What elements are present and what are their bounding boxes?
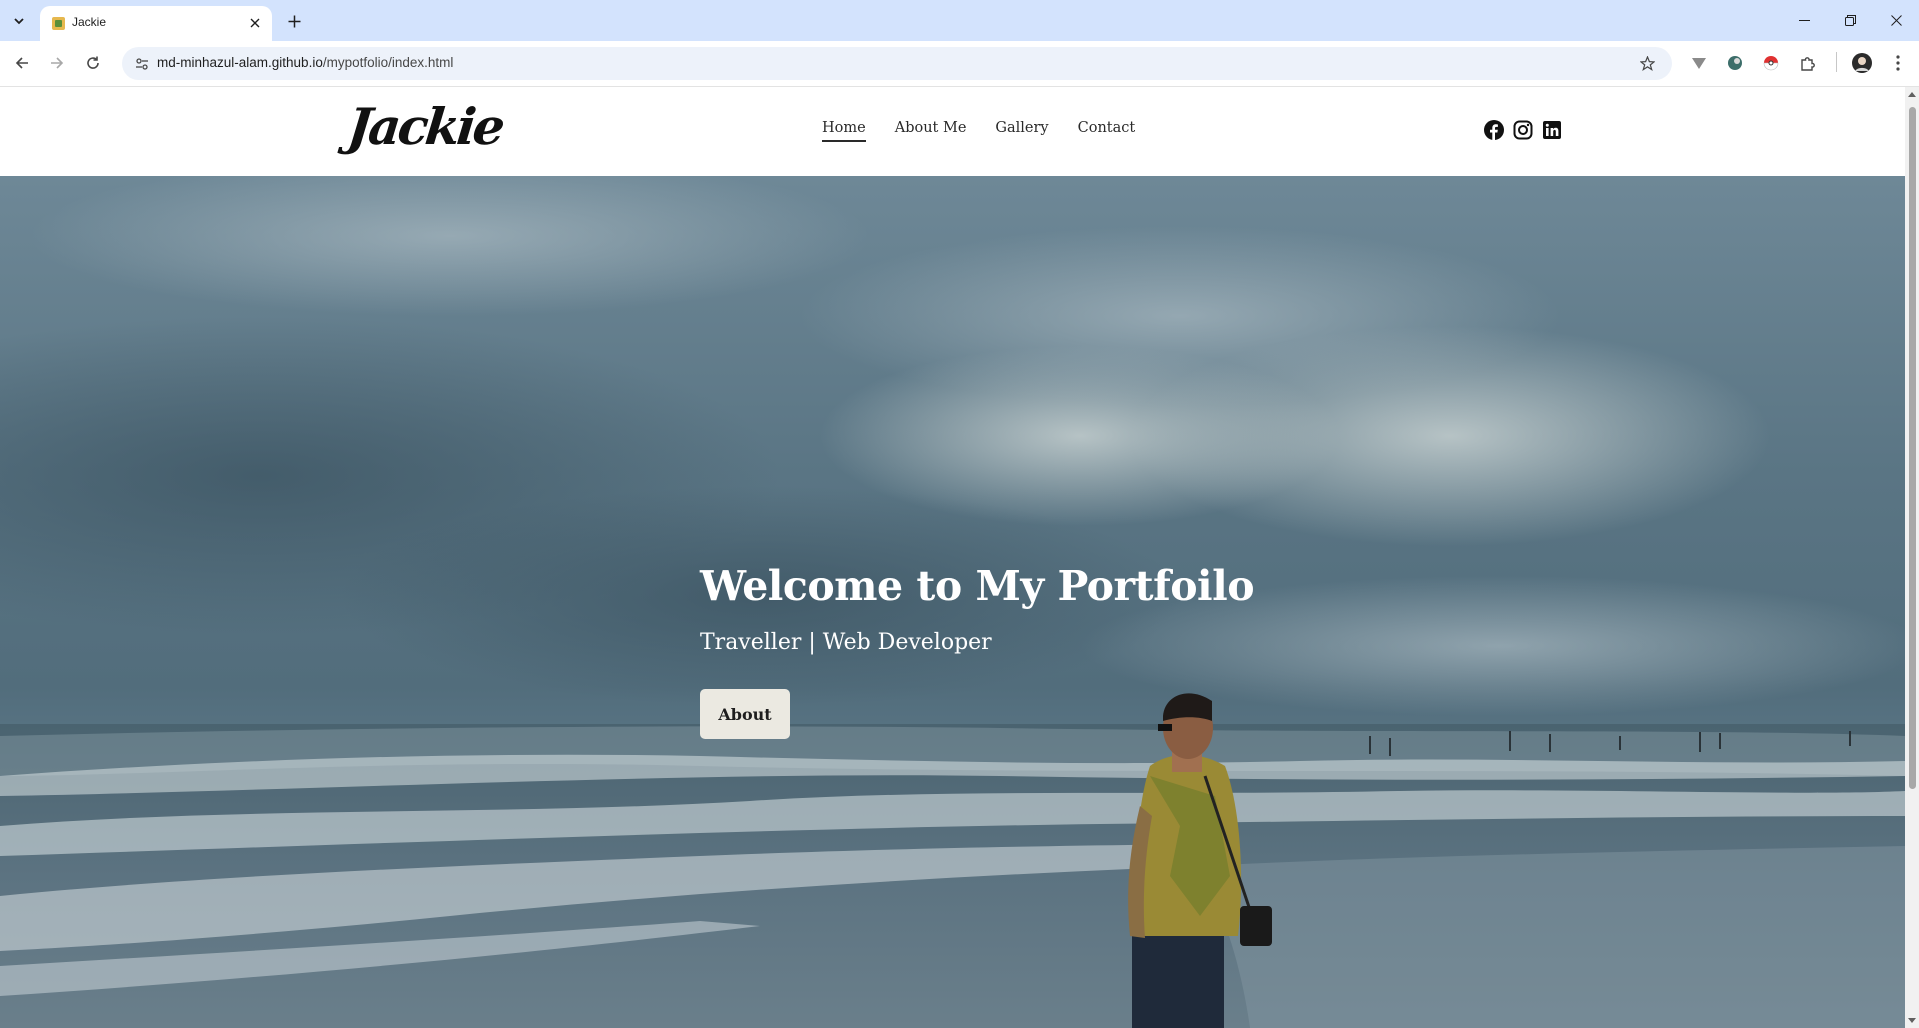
- linkedin-icon[interactable]: [1542, 120, 1562, 140]
- forward-button[interactable]: [43, 49, 71, 77]
- restore-button[interactable]: [1827, 0, 1873, 41]
- avatar-icon: [1852, 53, 1872, 73]
- back-button[interactable]: [8, 49, 36, 77]
- nav-home-link[interactable]: Home: [822, 120, 866, 142]
- social-links: [1484, 120, 1562, 140]
- extension-vpn-button[interactable]: [1689, 53, 1709, 73]
- tab-title: Jackie: [72, 15, 107, 29]
- minimize-icon: [1798, 20, 1810, 21]
- profile-avatar[interactable]: [1851, 52, 1873, 74]
- tune-icon: [135, 57, 148, 70]
- scroll-down-arrow-icon[interactable]: [1908, 1018, 1916, 1023]
- site-favicon-icon: [52, 17, 65, 30]
- url-path: /mypotfolio/index.html: [322, 55, 454, 70]
- arrow-right-icon: [51, 57, 64, 69]
- pokeball-icon: [1763, 56, 1779, 71]
- browser-tab[interactable]: Jackie: [40, 6, 272, 41]
- close-icon: [1890, 15, 1902, 26]
- tab-search-button[interactable]: [6, 8, 32, 34]
- url-text: md-minhazul-alam.github.io/mypotfolio/in…: [157, 55, 453, 70]
- minimize-button[interactable]: [1781, 0, 1827, 41]
- nav-contact-link[interactable]: Contact: [1078, 120, 1136, 142]
- menu-button[interactable]: [1888, 53, 1908, 73]
- more-vertical-icon: [1896, 55, 1900, 71]
- plus-icon: [288, 15, 300, 27]
- tab-strip: Jackie: [0, 0, 1919, 41]
- extension-globe-button[interactable]: [1725, 53, 1745, 73]
- address-bar[interactable]: md-minhazul-alam.github.io/mypotfolio/in…: [122, 47, 1672, 80]
- bookmark-button[interactable]: [1636, 52, 1658, 74]
- page-viewport: Jackie Home About Me Gallery Contact Wel…: [0, 87, 1905, 1028]
- browser-toolbar: md-minhazul-alam.github.io/mypotfolio/in…: [0, 41, 1919, 87]
- extension-pokeball-button[interactable]: [1761, 53, 1781, 73]
- scrollbar-thumb[interactable]: [1909, 107, 1916, 789]
- instagram-icon[interactable]: [1513, 120, 1533, 140]
- extensions-button[interactable]: [1798, 53, 1818, 73]
- scroll-up-arrow-icon[interactable]: [1908, 92, 1916, 97]
- reload-icon: [87, 56, 99, 69]
- site-info-button[interactable]: [130, 52, 153, 75]
- new-tab-button[interactable]: [282, 9, 306, 33]
- close-window-button[interactable]: [1873, 0, 1919, 41]
- reload-button[interactable]: [79, 49, 107, 77]
- page-scrollbar[interactable]: [1905, 87, 1919, 1028]
- toolbar-divider: [1836, 52, 1837, 72]
- puzzle-icon: [1801, 57, 1815, 71]
- main-nav: Home About Me Gallery Contact: [822, 120, 1135, 142]
- url-host: md-minhazul-alam.github.io: [157, 55, 323, 70]
- hero-title: Welcome to My Portfoilo: [700, 562, 1255, 610]
- chevron-down-icon: [14, 18, 24, 25]
- nav-about-me-link[interactable]: About Me: [895, 120, 967, 142]
- site-header: Jackie Home About Me Gallery Contact: [0, 87, 1905, 176]
- hero-section: Welcome to My Portfoilo Traveller | Web …: [0, 176, 1905, 1028]
- restore-icon: [1844, 15, 1856, 26]
- facebook-icon[interactable]: [1484, 120, 1504, 140]
- v-shield-icon: [1692, 58, 1706, 69]
- hero-subtitle: Traveller | Web Developer: [700, 630, 992, 655]
- close-tab-button[interactable]: [246, 14, 264, 32]
- site-logo[interactable]: Jackie: [345, 97, 505, 156]
- nav-gallery-link[interactable]: Gallery: [995, 120, 1048, 142]
- close-icon: [250, 18, 260, 28]
- about-button[interactable]: About: [700, 689, 790, 739]
- globe-icon: [1728, 56, 1742, 70]
- star-icon: [1639, 55, 1655, 71]
- arrow-left-icon: [15, 57, 28, 69]
